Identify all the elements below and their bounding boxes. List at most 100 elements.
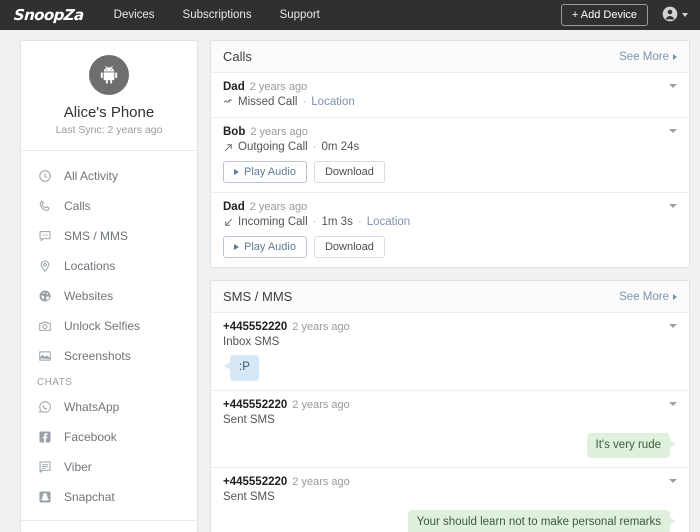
sidebar-item-sms-mms[interactable]: SMS / MMS	[21, 221, 197, 251]
brand-logo[interactable]: SnoopZa	[13, 6, 84, 24]
sidebar-item-facebook[interactable]: Facebook	[21, 422, 197, 452]
sms-direction-label: Sent SMS	[223, 413, 275, 426]
viber-icon	[37, 459, 53, 475]
sidebar-item-label: Websites	[64, 289, 114, 303]
sidebar-item-whatsapp[interactable]: WhatsApp	[21, 392, 197, 422]
sms-card-title: SMS / MMS	[223, 289, 293, 304]
sms-direction-label: Sent SMS	[223, 491, 275, 504]
sidebar-item-label: Unlock Selfies	[64, 319, 141, 333]
call-contact-name: Dad	[223, 201, 245, 213]
call-contact-name: Dad	[223, 81, 245, 93]
top-bar-actions: + Add Device	[560, 4, 688, 26]
separator-dot: ·	[312, 141, 317, 153]
call-duration: 0m 24s	[321, 141, 360, 153]
download-button[interactable]: Download	[313, 236, 385, 258]
whatsapp-icon	[37, 399, 53, 415]
play-audio-label: Play Audio	[244, 241, 296, 253]
sms-row[interactable]: +445552220 2 years ago Sent SMS Your sho…	[211, 468, 689, 532]
sidebar-item-snapchat[interactable]: Snapchat	[21, 482, 197, 512]
device-last-sync: Last Sync: 2 years ago	[55, 124, 163, 136]
globe-icon	[37, 288, 53, 304]
page-body: Alice's Phone Last Sync: 2 years ago All…	[0, 30, 700, 532]
sms-contact-number: +445552220	[223, 476, 288, 489]
separator-dot: ·	[302, 96, 307, 108]
sms-row-expand-caret[interactable]	[669, 401, 677, 406]
call-location-link[interactable]: Location	[367, 216, 410, 228]
sms-row-expand-caret[interactable]	[669, 479, 677, 484]
call-row[interactable]: Bob 2 years ago Outgoing Call · 0m 24s P…	[211, 118, 689, 193]
sms-row[interactable]: +445552220 2 years ago Sent SMS It's ver…	[211, 391, 689, 469]
top-navigation-bar: SnoopZa Devices Subscriptions Support + …	[0, 0, 700, 30]
sms-bubble-container: It's very rude	[223, 432, 677, 459]
android-robot-icon	[89, 55, 129, 95]
chevron-right-icon	[673, 293, 677, 300]
sms-contact-number: +445552220	[223, 321, 288, 333]
main-content: Calls See More Dad 2 years ago Missed Ca…	[210, 40, 690, 532]
add-device-button[interactable]: + Add Device	[560, 4, 648, 26]
sms-timestamp: 2 years ago	[292, 398, 350, 411]
camera-icon	[37, 318, 53, 334]
sms-contact-number: +445552220	[223, 398, 288, 411]
sms-direction-label: Inbox SMS	[223, 336, 280, 348]
sidebar-item-label: WhatsApp	[64, 400, 120, 414]
calls-card-header: Calls See More	[211, 41, 689, 73]
sidebar-item-screenshots[interactable]: Screenshots	[21, 341, 197, 371]
call-row-header: Bob 2 years ago	[223, 126, 677, 138]
account-menu[interactable]	[662, 6, 688, 25]
sidebar-nav: All Activity Calls SMS / MMS Locations W…	[21, 151, 197, 532]
play-audio-button[interactable]: Play Audio	[223, 236, 307, 258]
sidebar-item-all-activity[interactable]: All Activity	[21, 161, 197, 191]
sidebar-item-label: Locations	[64, 259, 116, 273]
call-row[interactable]: Dad 2 years ago Incoming Call · 1m 3s · …	[211, 193, 689, 267]
clock-icon	[37, 168, 53, 184]
sidebar-item-label: All Activity	[64, 169, 119, 183]
play-icon	[234, 244, 239, 250]
sms-bubble-container: Your should learn not to make personal r…	[223, 510, 677, 532]
sidebar-item-locations[interactable]: Locations	[21, 251, 197, 281]
sidebar-item-calls[interactable]: Calls	[21, 191, 197, 221]
call-type-label: Incoming Call	[238, 216, 308, 228]
sms-row-expand-caret[interactable]	[669, 324, 677, 328]
call-timestamp: 2 years ago	[250, 126, 308, 138]
sidebar-item-unlock-selfies[interactable]: Unlock Selfies	[21, 311, 197, 341]
call-row-expand-caret[interactable]	[669, 204, 677, 208]
calls-card-title: Calls	[223, 49, 252, 64]
calls-see-more-link[interactable]: See More	[619, 51, 677, 63]
play-audio-button[interactable]: Play Audio	[223, 161, 307, 183]
outgoing-call-icon	[223, 142, 234, 153]
nav-item-devices[interactable]: Devices	[114, 9, 155, 21]
separator-dot: ·	[357, 216, 362, 228]
calls-card: Calls See More Dad 2 years ago Missed Ca…	[210, 40, 690, 268]
device-name: Alice's Phone	[63, 104, 155, 121]
sms-card-header: SMS / MMS See More	[211, 281, 689, 313]
sidebar-item-websites[interactable]: Websites	[21, 281, 197, 311]
call-type-label: Outgoing Call	[238, 141, 308, 153]
chats-section-header: CHATS	[37, 377, 73, 388]
sidebar-item-viber[interactable]: Viber	[21, 452, 197, 482]
sms-row[interactable]: +445552220 2 years ago Inbox SMS :P	[211, 313, 689, 391]
account-circle-icon	[662, 6, 678, 25]
primary-nav: Devices Subscriptions Support	[114, 9, 320, 21]
call-location-link[interactable]: Location	[311, 96, 354, 108]
sidebar: Alice's Phone Last Sync: 2 years ago All…	[20, 40, 198, 532]
chevron-down-icon	[682, 13, 688, 17]
call-row-expand-caret[interactable]	[669, 129, 677, 133]
nav-item-subscriptions[interactable]: Subscriptions	[183, 9, 252, 21]
nav-item-support[interactable]: Support	[280, 9, 320, 21]
sms-see-more-link[interactable]: See More	[619, 291, 677, 303]
missed-call-icon	[223, 97, 234, 108]
sidebar-item-label: Viber	[64, 460, 92, 474]
see-more-label: See More	[619, 290, 669, 303]
see-more-label: See More	[619, 50, 669, 63]
download-button[interactable]: Download	[313, 161, 385, 183]
sidebar-item-label: Screenshots	[64, 349, 131, 363]
message-icon	[37, 228, 53, 244]
call-contact-name: Bob	[223, 126, 246, 138]
phone-icon	[37, 198, 53, 214]
sms-row-header: +445552220 2 years ago	[223, 399, 677, 411]
call-audio-actions: Play Audio Download	[223, 161, 677, 183]
call-row[interactable]: Dad 2 years ago Missed Call · Location	[211, 73, 689, 118]
call-row-expand-caret[interactable]	[669, 84, 677, 88]
facebook-icon	[37, 429, 53, 445]
image-icon	[37, 348, 53, 364]
